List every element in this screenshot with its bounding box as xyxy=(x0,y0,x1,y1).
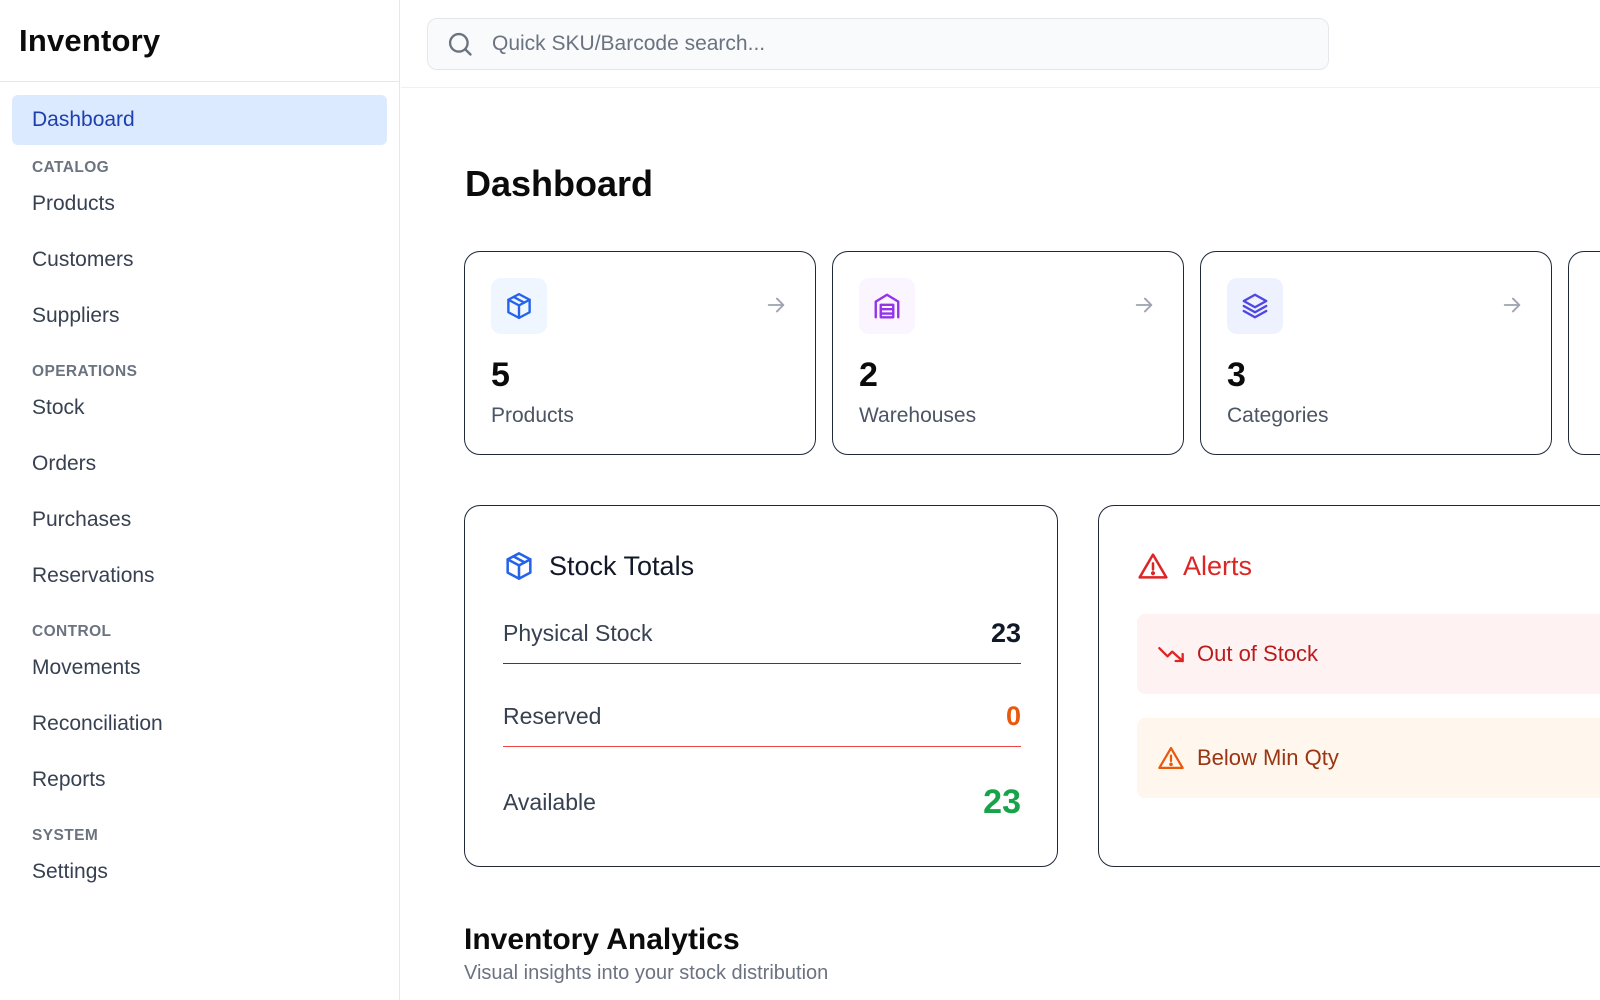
main-content: Dashboard 5 Products 2 Warehouses 3 Cate… xyxy=(401,89,1600,1000)
sidebar-item-label: Suppliers xyxy=(32,304,120,327)
sidebar-item-movements[interactable]: Movements xyxy=(12,643,387,693)
stat-label: Warehouses xyxy=(859,404,977,427)
analytics-title: Inventory Analytics xyxy=(464,923,740,956)
stock-totals-panel: Stock Totals Physical Stock 23 Reserved … xyxy=(464,505,1058,867)
search-icon xyxy=(448,32,472,56)
stat-card-warehouses[interactable]: 2 Warehouses xyxy=(832,251,1184,455)
stat-icon-box xyxy=(491,278,547,334)
stat-label: Products xyxy=(491,404,574,427)
arrow-right-icon xyxy=(1503,297,1521,313)
sidebar: Inventory Dashboard CATALOG Products Cus… xyxy=(0,0,400,1000)
sidebar-item-orders[interactable]: Orders xyxy=(12,439,387,489)
sidebar-item-stock[interactable]: Stock xyxy=(12,383,387,433)
panel-title: Stock Totals xyxy=(503,550,694,582)
sidebar-item-label: Reports xyxy=(32,768,106,791)
sidebar-section-operations: OPERATIONS xyxy=(32,363,138,380)
stock-value: 23 xyxy=(983,782,1021,821)
trending-down-icon xyxy=(1158,647,1184,663)
stock-value: 0 xyxy=(1005,701,1021,731)
warehouse-icon xyxy=(874,293,900,319)
sidebar-item-label: Purchases xyxy=(32,508,132,531)
alert-label: Below Min Qty xyxy=(1197,745,1339,770)
analytics-subtitle: Visual insights into your stock distribu… xyxy=(464,962,829,984)
sidebar-section-control: CONTROL xyxy=(32,623,112,640)
sidebar-item-purchases[interactable]: Purchases xyxy=(12,495,387,545)
sidebar-item-reservations[interactable]: Reservations xyxy=(12,551,387,601)
arrow-right-icon xyxy=(1135,297,1153,313)
sidebar-item-label: Settings xyxy=(32,860,108,883)
stock-row-reserved: Reserved 0 xyxy=(503,687,1021,747)
stat-card-partial[interactable] xyxy=(1568,251,1600,455)
sidebar-item-label: Products xyxy=(32,192,115,215)
sidebar-item-settings[interactable]: Settings xyxy=(12,847,387,897)
sidebar-section-catalog: CATALOG xyxy=(32,159,110,176)
panel-title: Alerts xyxy=(1137,550,1252,582)
stock-value: 23 xyxy=(990,618,1021,648)
alert-out-of-stock[interactable]: Out of Stock xyxy=(1137,614,1600,694)
stat-label: Categories xyxy=(1227,404,1329,427)
box-icon xyxy=(507,292,531,320)
sidebar-item-suppliers[interactable]: Suppliers xyxy=(12,291,387,341)
sidebar-item-label: Reconciliation xyxy=(32,712,163,735)
brand-header: Inventory xyxy=(0,0,399,82)
stat-icon-layers xyxy=(1227,278,1283,334)
sidebar-item-products[interactable]: Products xyxy=(12,179,387,229)
sidebar-nav: Dashboard CATALOG Products Customers Sup… xyxy=(0,82,399,897)
sidebar-item-reports[interactable]: Reports xyxy=(12,755,387,805)
alert-label: Out of Stock xyxy=(1197,641,1319,666)
stat-value: 2 xyxy=(859,356,878,394)
warning-icon xyxy=(1158,746,1184,770)
sidebar-item-customers[interactable]: Customers xyxy=(12,235,387,285)
stock-row-physical: Physical Stock 23 xyxy=(503,604,1021,664)
top-bar xyxy=(401,0,1600,88)
stock-label: Available xyxy=(503,788,596,815)
stock-label: Reserved xyxy=(503,703,602,729)
search-box[interactable] xyxy=(427,18,1329,70)
sidebar-item-label: Stock xyxy=(32,396,85,419)
search-input[interactable] xyxy=(492,32,1272,56)
alerts-panel: Alerts Out of Stock Below Min Qty xyxy=(1098,505,1600,867)
box-icon xyxy=(506,552,532,580)
sidebar-section-system: SYSTEM xyxy=(32,827,99,844)
sidebar-item-reconciliation[interactable]: Reconciliation xyxy=(12,699,387,749)
sidebar-item-label: Movements xyxy=(32,656,141,679)
app-title: Inventory xyxy=(19,22,161,58)
stat-card-categories[interactable]: 3 Categories xyxy=(1200,251,1552,455)
stat-icon-warehouse xyxy=(859,278,915,334)
sidebar-item-label: Dashboard xyxy=(32,108,135,131)
stock-label: Physical Stock xyxy=(503,620,653,646)
sidebar-item-dashboard[interactable]: Dashboard xyxy=(12,95,387,145)
sidebar-item-label: Orders xyxy=(32,452,97,475)
sidebar-item-label: Reservations xyxy=(32,564,155,587)
alert-below-min-qty[interactable]: Below Min Qty xyxy=(1137,718,1600,798)
alerts-title: Alerts xyxy=(1183,550,1253,581)
stat-value: 3 xyxy=(1227,356,1246,394)
layers-icon xyxy=(1242,293,1268,319)
page-title: Dashboard xyxy=(465,163,654,204)
stock-row-available: Available 23 xyxy=(503,772,1021,832)
sidebar-item-label: Customers xyxy=(32,248,134,271)
stat-value: 5 xyxy=(491,356,510,394)
warning-icon xyxy=(1138,553,1168,579)
arrow-right-icon xyxy=(767,297,785,313)
stock-totals-title: Stock Totals xyxy=(549,550,695,581)
stat-card-products[interactable]: 5 Products xyxy=(464,251,816,455)
